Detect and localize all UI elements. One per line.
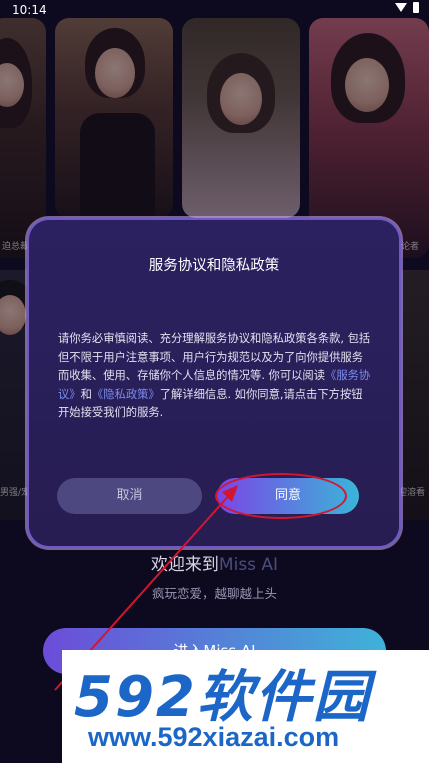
privacy-link[interactable]: 《隐私政策》	[92, 388, 160, 401]
status-time: 10:14	[12, 3, 47, 17]
battery-icon	[413, 2, 419, 13]
dialog-title: 服务协议和隐私政策	[148, 258, 280, 274]
watermark-url: www.592xiazai.com	[88, 722, 340, 752]
welcome-prefix: 欢迎来到	[150, 555, 219, 575]
welcome-subtitle: 疯玩恋爱，越聊越上头	[151, 586, 277, 601]
dialog-conjunction: 和	[80, 387, 92, 401]
dialog-body: 请你务必审慎阅读、充分理解服务协议和隐私政策各条款, 包括但不限于用户注意事项、…	[58, 330, 373, 423]
status-icons	[395, 2, 419, 13]
watermark-logo: 592软件园	[74, 665, 371, 730]
dialog-body-text: 请你务必审慎阅读、充分理解服务协议和隐私政策各条款, 包括但不限于用户注意事项、…	[58, 332, 371, 382]
welcome-app-name: Miss AI	[218, 555, 279, 575]
cancel-button[interactable]: 取消	[57, 478, 202, 514]
watermark: 592软件园 www.592xiazai.com	[62, 650, 429, 763]
wifi-icon	[395, 3, 407, 12]
agree-highlight-circle	[215, 473, 347, 519]
status-bar: 10:14	[0, 0, 429, 20]
welcome-title: 欢迎来到Miss AI	[0, 550, 429, 575]
